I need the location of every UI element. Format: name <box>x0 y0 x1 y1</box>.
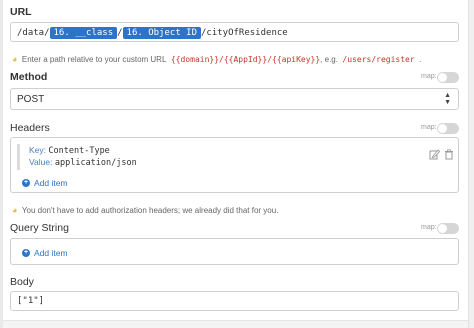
plus-circle-icon: + <box>22 249 30 257</box>
panel-footer <box>3 320 468 328</box>
body-field[interactable]: ["1"] <box>10 291 459 311</box>
url-token-object-id[interactable]: 16. Object ID <box>122 27 201 39</box>
body-value: ["1"] <box>17 296 45 306</box>
query-add-item-button[interactable]: + Add item <box>22 248 68 258</box>
select-arrows-icon: ▲ ▼ <box>444 92 451 106</box>
method-value: POST <box>17 94 45 105</box>
url-hint: ◕ Enter a path relative to your custom U… <box>12 54 422 64</box>
url-text-segment: /cityOfResidence <box>201 28 288 38</box>
method-select[interactable]: POST ▲ ▼ <box>10 88 459 110</box>
pencil-icon[interactable] <box>429 147 441 165</box>
body-label: Body <box>10 276 34 288</box>
header-item-key: Key: Content-Type <box>29 145 110 156</box>
method-map-toggle[interactable] <box>437 72 459 83</box>
scrollbar[interactable] <box>468 0 474 328</box>
plus-circle-icon: + <box>22 179 30 187</box>
method-map-label: map: <box>421 73 437 80</box>
headers-label: Headers <box>10 122 50 134</box>
query-map-toggle[interactable] <box>437 223 459 234</box>
headers-map-toggle[interactable] <box>437 123 459 134</box>
lightbulb-icon: ◕ <box>12 54 18 64</box>
query-string-container: + Add item <box>10 238 459 265</box>
headers-add-item-button[interactable]: + Add item <box>22 178 68 188</box>
lightbulb-icon: ◕ <box>12 205 18 215</box>
url-text-segment: / <box>117 28 123 38</box>
url-field[interactable]: /data/ 16. __class / 16. Object ID /city… <box>10 22 459 42</box>
item-drag-handle[interactable] <box>17 144 20 170</box>
url-label: URL <box>10 6 32 18</box>
query-map-label: map: <box>421 224 437 231</box>
url-text-segment: /data/ <box>17 28 50 38</box>
headers-map-label: map: <box>421 124 437 131</box>
headers-container: Key: Content-Type Value: application/jso… <box>10 137 459 193</box>
query-string-label: Query String <box>10 222 69 234</box>
method-label: Method <box>10 71 48 83</box>
left-panel-edge <box>0 0 3 328</box>
url-token-class[interactable]: 16. __class <box>49 27 118 39</box>
header-item-value: Value: application/json <box>29 157 137 168</box>
trash-icon[interactable] <box>444 147 454 165</box>
headers-hint: ◕ You don't have to add authorization he… <box>12 205 279 215</box>
